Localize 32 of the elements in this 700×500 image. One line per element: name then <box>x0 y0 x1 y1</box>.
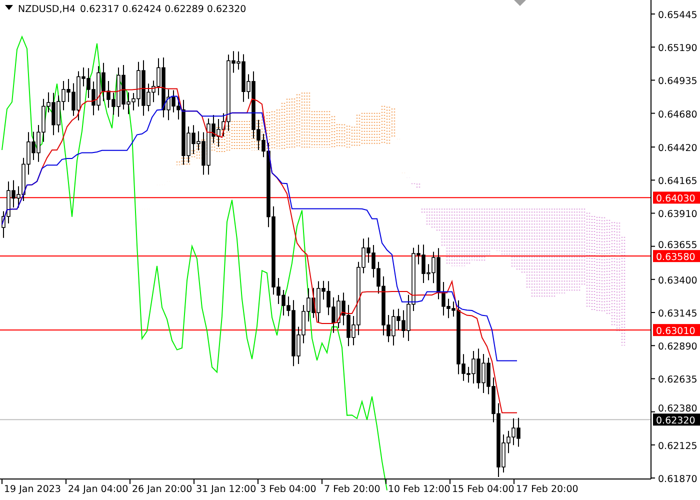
chart-quote: 0.62317 0.62424 0.62289 0.62320 <box>80 4 246 15</box>
time-axis-label: 3 Feb 04:00 <box>260 484 316 495</box>
time-axis-label: 31 Jan 12:00 <box>196 484 256 495</box>
time-axis-label: 15 Feb 04:00 <box>452 484 514 495</box>
price-axis-label: 0.62125 <box>658 440 698 452</box>
price-axis-label: 0.65445 <box>658 10 698 21</box>
price-axis-label: 0.62635 <box>658 374 698 386</box>
time-axis-label: 24 Jan 04:00 <box>68 484 128 495</box>
dropdown-triangle-icon[interactable] <box>5 5 13 10</box>
price-axis-label: 0.64420 <box>658 143 698 154</box>
price-axis-label: 0.63400 <box>658 275 698 286</box>
time-axis-label: 10 Feb 12:00 <box>388 484 450 495</box>
scroll-marker-icon[interactable] <box>514 0 526 6</box>
price-level-label: 0.64030 <box>653 192 700 205</box>
price-level-label: 0.63580 <box>653 250 700 264</box>
chart-symbol: NZDUSD,H4 <box>18 4 76 15</box>
time-axis-label: 19 Jan 2023 <box>4 484 61 495</box>
price-level-label: 0.62320 <box>653 414 700 427</box>
price-level-label: 0.63010 <box>653 324 700 338</box>
price-axis-label: 0.64165 <box>658 176 698 188</box>
price-axis-label: 0.63655 <box>658 240 698 252</box>
price-axis-label: 0.62380 <box>658 404 698 415</box>
price-axis-label: 0.62890 <box>658 342 698 353</box>
price-axis-label: 0.64680 <box>658 109 698 120</box>
price-axis-label: 0.65190 <box>658 43 698 54</box>
price-axis-label: 0.61870 <box>658 474 698 485</box>
price-axis-label: 0.63910 <box>658 209 698 220</box>
price-axis-label: 0.63145 <box>658 308 698 320</box>
time-axis-label: 26 Jan 20:00 <box>132 484 192 495</box>
price-axis-label: 0.64935 <box>658 76 698 88</box>
time-axis-label: 17 Feb 20:00 <box>516 484 578 495</box>
time-axis-label: 7 Feb 20:00 <box>324 484 380 495</box>
